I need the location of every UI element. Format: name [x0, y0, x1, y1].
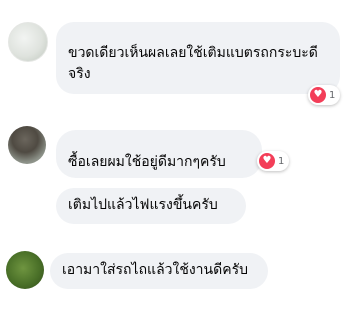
comment-bubble: เติมไปแล้วไฟแรงขึ้นครับ [56, 188, 246, 224]
comment-text: ขวดเดียวเห็นผลเลยใช้เติมแบตรถกระบะดีจริง [68, 45, 318, 82]
commenter-avatar[interactable] [8, 126, 46, 164]
comment-bubble: ซื้อเลยผมใช้อยู่ดีมากๆครับ [56, 130, 262, 178]
reaction-count: 1 [329, 89, 336, 101]
heart-icon: ♥ [310, 87, 326, 103]
comment-bubble: เอามาใส่รถไถแล้วใช้งานดีครับ [50, 253, 268, 289]
heart-icon: ♥ [259, 153, 275, 169]
comment-text: เอามาใส่รถไถแล้วใช้งานดีครับ [62, 262, 248, 278]
reaction-count: 1 [278, 155, 285, 167]
comment-text: ซื้อเลยผมใช้อยู่ดีมากๆครับ [68, 154, 226, 170]
comment-text: เติมไปแล้วไฟแรงขึ้นครับ [68, 197, 218, 213]
commenter-avatar[interactable] [8, 22, 48, 62]
comment-bubble: ขวดเดียวเห็นผลเลยใช้เติมแบตรถกระบะดีจริง [56, 22, 340, 94]
reaction-badge[interactable]: ♥ 1 [257, 151, 290, 171]
reaction-badge[interactable]: ♥ 1 [308, 85, 341, 105]
commenter-avatar[interactable] [6, 251, 44, 289]
